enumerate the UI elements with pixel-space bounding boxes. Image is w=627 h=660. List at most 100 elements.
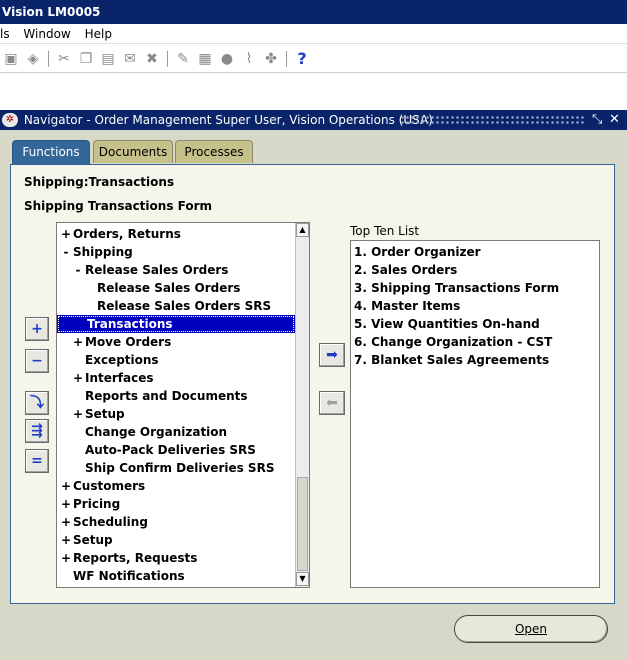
tree-scrollbar[interactable]: ▲ ▼ (295, 223, 309, 587)
app-title-bar: Vision LM0005 (0, 0, 627, 24)
expand-all-children-icon[interactable]: ⇶ (25, 419, 49, 443)
tree-item[interactable]: Ship Confirm Deliveries SRS (71, 459, 274, 477)
function-tree[interactable]: + Orders, Returns - Shipping - Release Sales … (56, 222, 310, 588)
top-ten-item[interactable]: 1. Order Organizer (354, 243, 481, 261)
print-icon[interactable]: ▣ (0, 51, 22, 67)
translations-icon[interactable]: ● (216, 51, 238, 67)
scroll-down-arrow[interactable]: ▼ (296, 572, 309, 586)
top-ten-item[interactable]: 7. Blanket Sales Agreements (354, 351, 549, 369)
zoom-icon[interactable]: ▦ (194, 51, 216, 67)
toolbar: ▣ ◈ ✂ ❐ ▤ ✉ ✖ ✎ ▦ ● ⌇ ✤ ? (0, 45, 627, 73)
navigator-title-bar[interactable]: ✲ Navigator - Order Management Super Use… (0, 110, 627, 130)
menu-window[interactable]: Window (23, 27, 70, 41)
tree-expander[interactable]: + (59, 495, 73, 513)
tree-item-label: Orders, Returns (73, 227, 181, 241)
tab-functions[interactable]: Functions (12, 140, 90, 165)
tree-item-label: Transactions (87, 317, 173, 331)
new-record-icon[interactable]: ✉ (119, 51, 141, 67)
app-title: Vision LM0005 (2, 5, 101, 19)
tree-item[interactable]: Transactions (57, 315, 295, 333)
menu-bar: ls Window Help (0, 24, 627, 44)
tree-item-label: Auto-Pack Deliveries SRS (85, 443, 256, 457)
tree-item[interactable]: + Move Orders (71, 333, 171, 351)
menu-help[interactable]: Help (85, 27, 112, 41)
tree-item-label: Customers (73, 479, 146, 493)
tree-expander[interactable]: + (59, 477, 73, 495)
close-icon[interactable]: ✕ (609, 110, 620, 130)
tree-item[interactable]: Auto-Pack Deliveries SRS (71, 441, 256, 459)
top-ten-list[interactable]: 1. Order Organizer 2. Sales Orders 3. Ship… (350, 240, 600, 588)
tree-item-label: Interfaces (85, 371, 154, 385)
tree-item-label: Reports, Requests (73, 551, 198, 565)
expand-all-icon[interactable]: ⤵ (25, 391, 49, 415)
tree-item-label: Reports and Documents (85, 389, 248, 403)
minimize-icon[interactable]: ⤡ (592, 110, 602, 130)
tree-item-label: Exceptions (85, 353, 159, 367)
tree-item[interactable]: + Customers (59, 477, 145, 495)
tree-item-label: Change Organization (85, 425, 228, 439)
tree-item[interactable]: + Setup (71, 405, 125, 423)
top-ten-item[interactable]: 5. View Quantities On-hand (354, 315, 540, 333)
expand-branch-button[interactable]: + (25, 317, 49, 341)
toolbar-separator (48, 50, 49, 67)
top-ten-item[interactable]: 4. Master Items (354, 297, 460, 315)
tree-expander[interactable]: - (71, 261, 85, 279)
folder-tools-icon[interactable]: ✤ (260, 51, 282, 67)
tree-item-label: Release Sales Orders (85, 263, 229, 277)
tree-item[interactable]: Release Sales Orders (83, 279, 240, 297)
tree-expander[interactable]: + (71, 405, 85, 423)
tree-item[interactable]: + Scheduling (59, 513, 148, 531)
cut-icon[interactable]: ✂ (53, 51, 75, 67)
tree-item[interactable]: + Setup (59, 531, 113, 549)
menu-tools[interactable]: ls (0, 27, 10, 41)
title-drag-grip (400, 115, 586, 125)
function-form-heading: Shipping Transactions Form (24, 199, 213, 213)
tree-item[interactable]: - Release Sales Orders (71, 261, 229, 279)
tree-item[interactable]: Change Organization (71, 423, 227, 441)
open-button-label: Open (514, 622, 548, 636)
copy-icon[interactable]: ❐ (75, 51, 97, 67)
tree-item[interactable]: + Interfaces (71, 369, 154, 387)
navigator-window: ✲ Navigator - Order Management Super Use… (0, 110, 627, 660)
tree-expander[interactable]: - (59, 243, 73, 261)
add-to-top-ten-arrow-icon[interactable]: ➡ (319, 343, 345, 367)
scroll-up-arrow[interactable]: ▲ (296, 223, 309, 237)
tree-item[interactable]: Exceptions (71, 351, 159, 369)
collapse-branch-button[interactable]: − (25, 349, 49, 373)
tree-expander[interactable]: + (59, 225, 73, 243)
scroll-thumb[interactable] (297, 477, 308, 571)
tab-documents[interactable]: Documents (93, 140, 173, 163)
tree-item[interactable]: Reports and Documents (71, 387, 248, 405)
tree-item[interactable]: + Pricing (59, 495, 120, 513)
tree-item-label: Shipping (73, 245, 133, 259)
tree-expander[interactable]: + (59, 513, 73, 531)
navigator-title: Navigator - Order Management Super User,… (23, 113, 433, 127)
tree-item-label: WF Notifications (73, 569, 185, 583)
attachments-icon[interactable]: ⌇ (238, 51, 260, 67)
tree-expander[interactable]: + (71, 333, 85, 351)
tree-item[interactable]: - Shipping (59, 243, 133, 261)
tree-item[interactable]: WF Notifications (59, 567, 185, 585)
tree-expander[interactable]: + (59, 549, 73, 567)
edit-field-icon[interactable]: ✎ (172, 51, 194, 67)
collapse-all-icon[interactable]: = (25, 449, 49, 473)
paste-icon[interactable]: ▤ (97, 51, 119, 67)
tree-item-label: Ship Confirm Deliveries SRS (85, 461, 275, 475)
tree-expander[interactable]: + (59, 531, 73, 549)
tree-item-label: Scheduling (73, 515, 148, 529)
function-path-heading: Shipping:Transactions (24, 175, 175, 189)
top-ten-item[interactable]: 6. Change Organization - CST (354, 333, 552, 351)
tree-expander[interactable]: + (71, 369, 85, 387)
tree-item-label: Setup (73, 533, 113, 547)
tree-item[interactable]: + Orders, Returns (59, 225, 181, 243)
help-icon[interactable]: ? (291, 49, 313, 68)
attachment-doc-icon[interactable]: ◈ (22, 51, 44, 67)
remove-from-top-ten-arrow-icon[interactable]: ⬅ (319, 391, 345, 415)
tree-item[interactable]: Release Sales Orders SRS (83, 297, 271, 315)
delete-record-icon[interactable]: ✖ (141, 51, 163, 67)
tab-processes[interactable]: Processes (175, 140, 253, 163)
top-ten-item[interactable]: 2. Sales Orders (354, 261, 457, 279)
tree-item[interactable]: + Reports, Requests (59, 549, 197, 567)
top-ten-item[interactable]: 3. Shipping Transactions Form (354, 279, 559, 297)
open-button[interactable]: Open (454, 615, 608, 643)
